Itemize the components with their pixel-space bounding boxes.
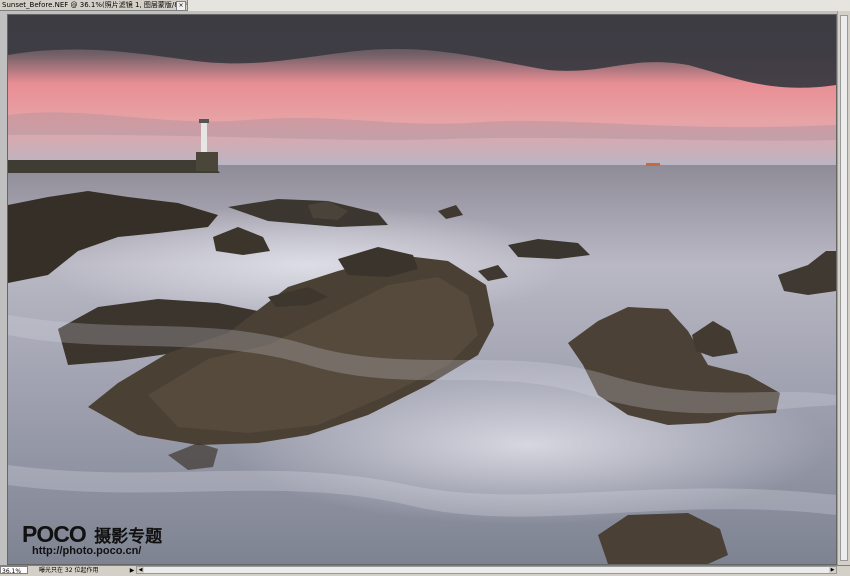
watermark-url: http://photo.poco.cn/ — [32, 545, 142, 557]
poco-watermark: POCO 摄影专题 http://photo.poco.cn/ — [22, 521, 162, 557]
watermark-subtitle: 摄影专题 — [94, 527, 163, 546]
zoom-level-field[interactable]: 36.1% — [0, 566, 28, 575]
vertical-scrollbar[interactable] — [837, 11, 850, 565]
scroll-left-icon[interactable]: ◀ — [137, 567, 144, 573]
close-tab-icon[interactable]: × — [176, 1, 186, 10]
seascape-image — [8, 15, 836, 564]
photo-canvas[interactable]: POCO 摄影专题 http://photo.poco.cn/ — [7, 14, 837, 565]
status-menu-arrow-icon[interactable]: ▶ — [128, 566, 136, 574]
scroll-right-icon[interactable]: ▶ — [829, 567, 836, 573]
vertical-scroll-thumb[interactable] — [840, 15, 848, 561]
watermark-brand: POCO — [22, 521, 87, 547]
horizontal-scrollbar[interactable]: ◀ ▶ — [136, 566, 837, 574]
document-tab[interactable]: Sunset_Before.NEF @ 36.1%(照片滤镜 1, 图层蒙版/8… — [0, 0, 188, 11]
document-tab-title: Sunset_Before.NEF @ 36.1%(照片滤镜 1, 图层蒙版/8… — [2, 1, 188, 9]
canvas-area[interactable]: POCO 摄影专题 http://photo.poco.cn/ — [0, 11, 850, 565]
